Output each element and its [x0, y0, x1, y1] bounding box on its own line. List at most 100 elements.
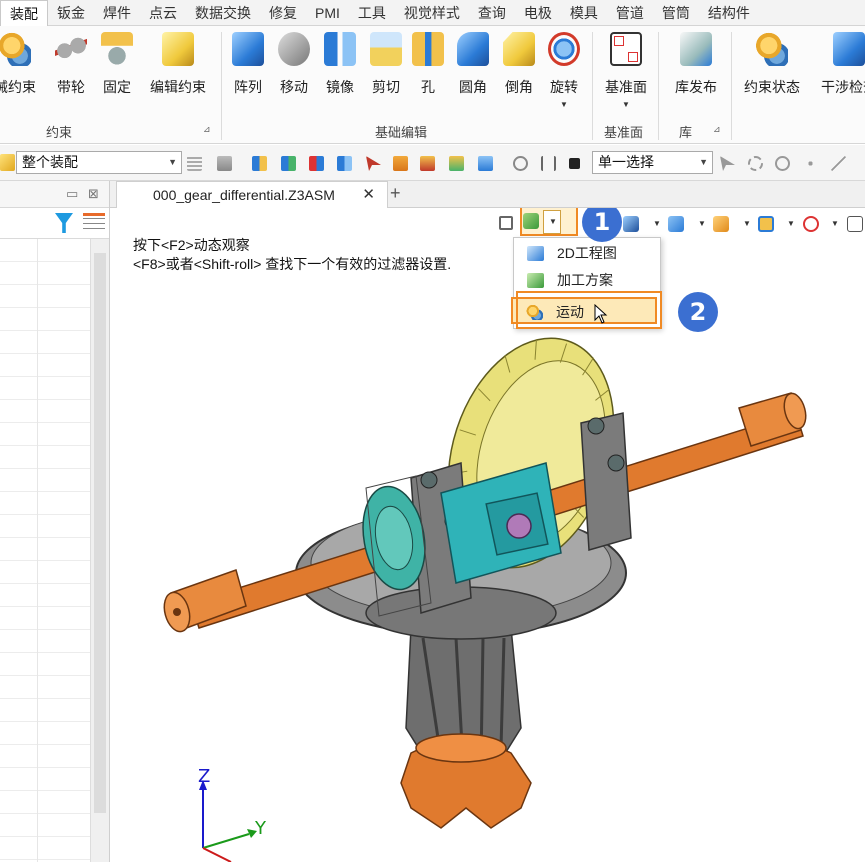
left-panel: ▭ ⊠ [0, 181, 110, 862]
chamfer-button[interactable]: 倒角 [496, 32, 542, 97]
line-icon[interactable] [831, 156, 846, 171]
move-button[interactable]: 移动 [271, 32, 317, 97]
mechanical-constraint-button[interactable]: 械约束 [0, 32, 38, 97]
tab-sheet-metal[interactable]: 钣金 [48, 0, 94, 26]
chevron-down-icon[interactable]: ▼ [698, 219, 706, 228]
datum-dropdown-icon[interactable]: ▼ [598, 100, 654, 109]
constraint-status-button[interactable]: 约束状态 [741, 32, 803, 97]
filter-list-icon[interactable] [187, 156, 202, 171]
cut-button[interactable]: 剪切 [363, 32, 409, 97]
box-view-icon[interactable] [713, 216, 729, 236]
assembly-scope-select[interactable]: 整个装配 ▼ [16, 151, 182, 174]
part-icon[interactable] [281, 156, 296, 171]
constraint-group-launcher-icon[interactable]: ⊿ [203, 124, 211, 135]
chevron-down-icon[interactable]: ▼ [743, 219, 751, 228]
selection-mode-select[interactable]: 单一选择 ▼ [592, 151, 713, 174]
ribbon-separator [658, 32, 659, 140]
belt-pulley-button[interactable]: 带轮 [48, 32, 94, 97]
fullscreen-icon[interactable] [847, 216, 863, 236]
attribute-icon[interactable] [449, 156, 464, 171]
render-mode-icon[interactable] [758, 216, 774, 236]
basic-edit-group-label: 基础编辑 [375, 125, 428, 140]
tab-assembly[interactable]: 装配 [0, 0, 48, 27]
application-dropdown-button[interactable]: ▼ [543, 210, 561, 234]
library-publish-button[interactable]: 库发布 [668, 32, 724, 97]
tab-gear-differential[interactable]: 000_gear_differential.Z3ASM ✕ [116, 181, 388, 208]
stop-icon[interactable] [569, 158, 580, 169]
exit-icon[interactable] [499, 216, 513, 236]
menu-item-machining-plan[interactable]: 加工方案 [514, 267, 660, 294]
chevron-down-icon[interactable]: ▼ [787, 219, 795, 228]
hole-button[interactable]: 孔 [405, 32, 451, 97]
scrollbar-thumb[interactable] [94, 253, 106, 813]
chevron-down-icon[interactable]: ▼ [831, 219, 839, 228]
highlight-motion-item [516, 291, 662, 329]
settings-icon[interactable] [478, 156, 493, 171]
body-icon[interactable] [309, 156, 324, 171]
machining-icon [527, 273, 544, 288]
list-settings-icon[interactable] [83, 213, 105, 233]
close-tab-icon[interactable]: ✕ [362, 182, 375, 208]
edit-constraint-button[interactable]: 编辑约束 [147, 32, 209, 97]
left-panel-scrollbar[interactable] [90, 239, 109, 862]
view-orientation-icon[interactable] [668, 216, 684, 236]
fillet-button[interactable]: 圆角 [450, 32, 496, 97]
3d-viewport[interactable]: 按下<F2>动态观察 <F8>或者<Shift-roll> 查找下一个有效的过滤… [111, 208, 865, 862]
application-icon[interactable] [523, 213, 539, 233]
align-icon[interactable] [541, 156, 556, 171]
pattern-button[interactable]: 阵列 [225, 32, 271, 97]
rotate-dropdown-icon[interactable]: ▼ [541, 100, 587, 109]
ribbon-separator [221, 32, 222, 140]
tab-weldment[interactable]: 焊件 [94, 0, 140, 26]
menu-item-2d-drawing[interactable]: 2D工程图 [514, 240, 660, 267]
minimize-icon[interactable]: ▭ [66, 186, 78, 202]
layer-icon[interactable] [420, 156, 435, 171]
tab-piping[interactable]: 管道 [607, 0, 653, 26]
points-icon[interactable] [803, 156, 818, 171]
tab-tubing[interactable]: 管筒 [653, 0, 699, 26]
interference-check-button[interactable]: 干涉检查 [818, 32, 865, 97]
tab-mold[interactable]: 模具 [561, 0, 607, 26]
mirror-button[interactable]: 镜像 [317, 32, 363, 97]
tab-repair[interactable]: 修复 [260, 0, 306, 26]
fillet-icon [457, 32, 489, 66]
gear-select-icon[interactable] [748, 156, 763, 171]
tab-point-cloud[interactable]: 点云 [140, 0, 186, 26]
cursor-select-icon[interactable] [720, 156, 735, 171]
tab-pmi[interactable]: PMI [306, 0, 349, 26]
tree-grid[interactable] [0, 239, 90, 862]
move-icon [278, 32, 310, 66]
datum-plane-button[interactable]: 基准面 ▼ [598, 32, 654, 109]
hint-line-f8: <F8>或者<Shift-roll> 查找下一个有效的过滤器设置. [133, 256, 452, 272]
close-icon[interactable]: ⊠ [88, 186, 99, 202]
target-icon[interactable] [803, 216, 819, 236]
add-tab-icon[interactable]: + [390, 183, 401, 204]
library-group-launcher-icon[interactable]: ⊿ [713, 124, 721, 135]
component-icon[interactable] [252, 156, 267, 171]
shaded-view-icon[interactable] [623, 216, 639, 236]
play-icon[interactable] [775, 156, 790, 171]
stamp-icon[interactable] [217, 156, 232, 171]
gear-differential-model[interactable] [111, 208, 865, 862]
tab-data-exchange[interactable]: 数据交换 [186, 0, 260, 26]
face-icon[interactable] [337, 156, 352, 171]
tab-inquire[interactable]: 查询 [469, 0, 515, 26]
pattern-icon [232, 32, 264, 66]
fix-button[interactable]: 固定 [94, 32, 140, 97]
tab-structure[interactable]: 结构件 [699, 0, 759, 26]
tab-electrode[interactable]: 电极 [515, 0, 561, 26]
fix-icon [101, 32, 133, 66]
cut-icon [370, 32, 402, 66]
tab-visual-style[interactable]: 视觉样式 [395, 0, 469, 26]
history-icon[interactable] [393, 156, 408, 171]
pick-arrow-icon[interactable] [366, 156, 381, 171]
quick-toolbar: 整个装配 ▼ 单一选择 ▼ [0, 145, 865, 181]
snap-icon[interactable] [513, 156, 528, 171]
filter-icon[interactable] [55, 213, 73, 233]
assembly-icon [0, 154, 15, 171]
mechanical-constraint-icon [0, 32, 31, 66]
chevron-down-icon[interactable]: ▼ [653, 219, 661, 228]
hole-icon [412, 32, 444, 66]
rotate-button[interactable]: 旋转 ▼ [541, 32, 587, 109]
tab-tools[interactable]: 工具 [349, 0, 395, 26]
